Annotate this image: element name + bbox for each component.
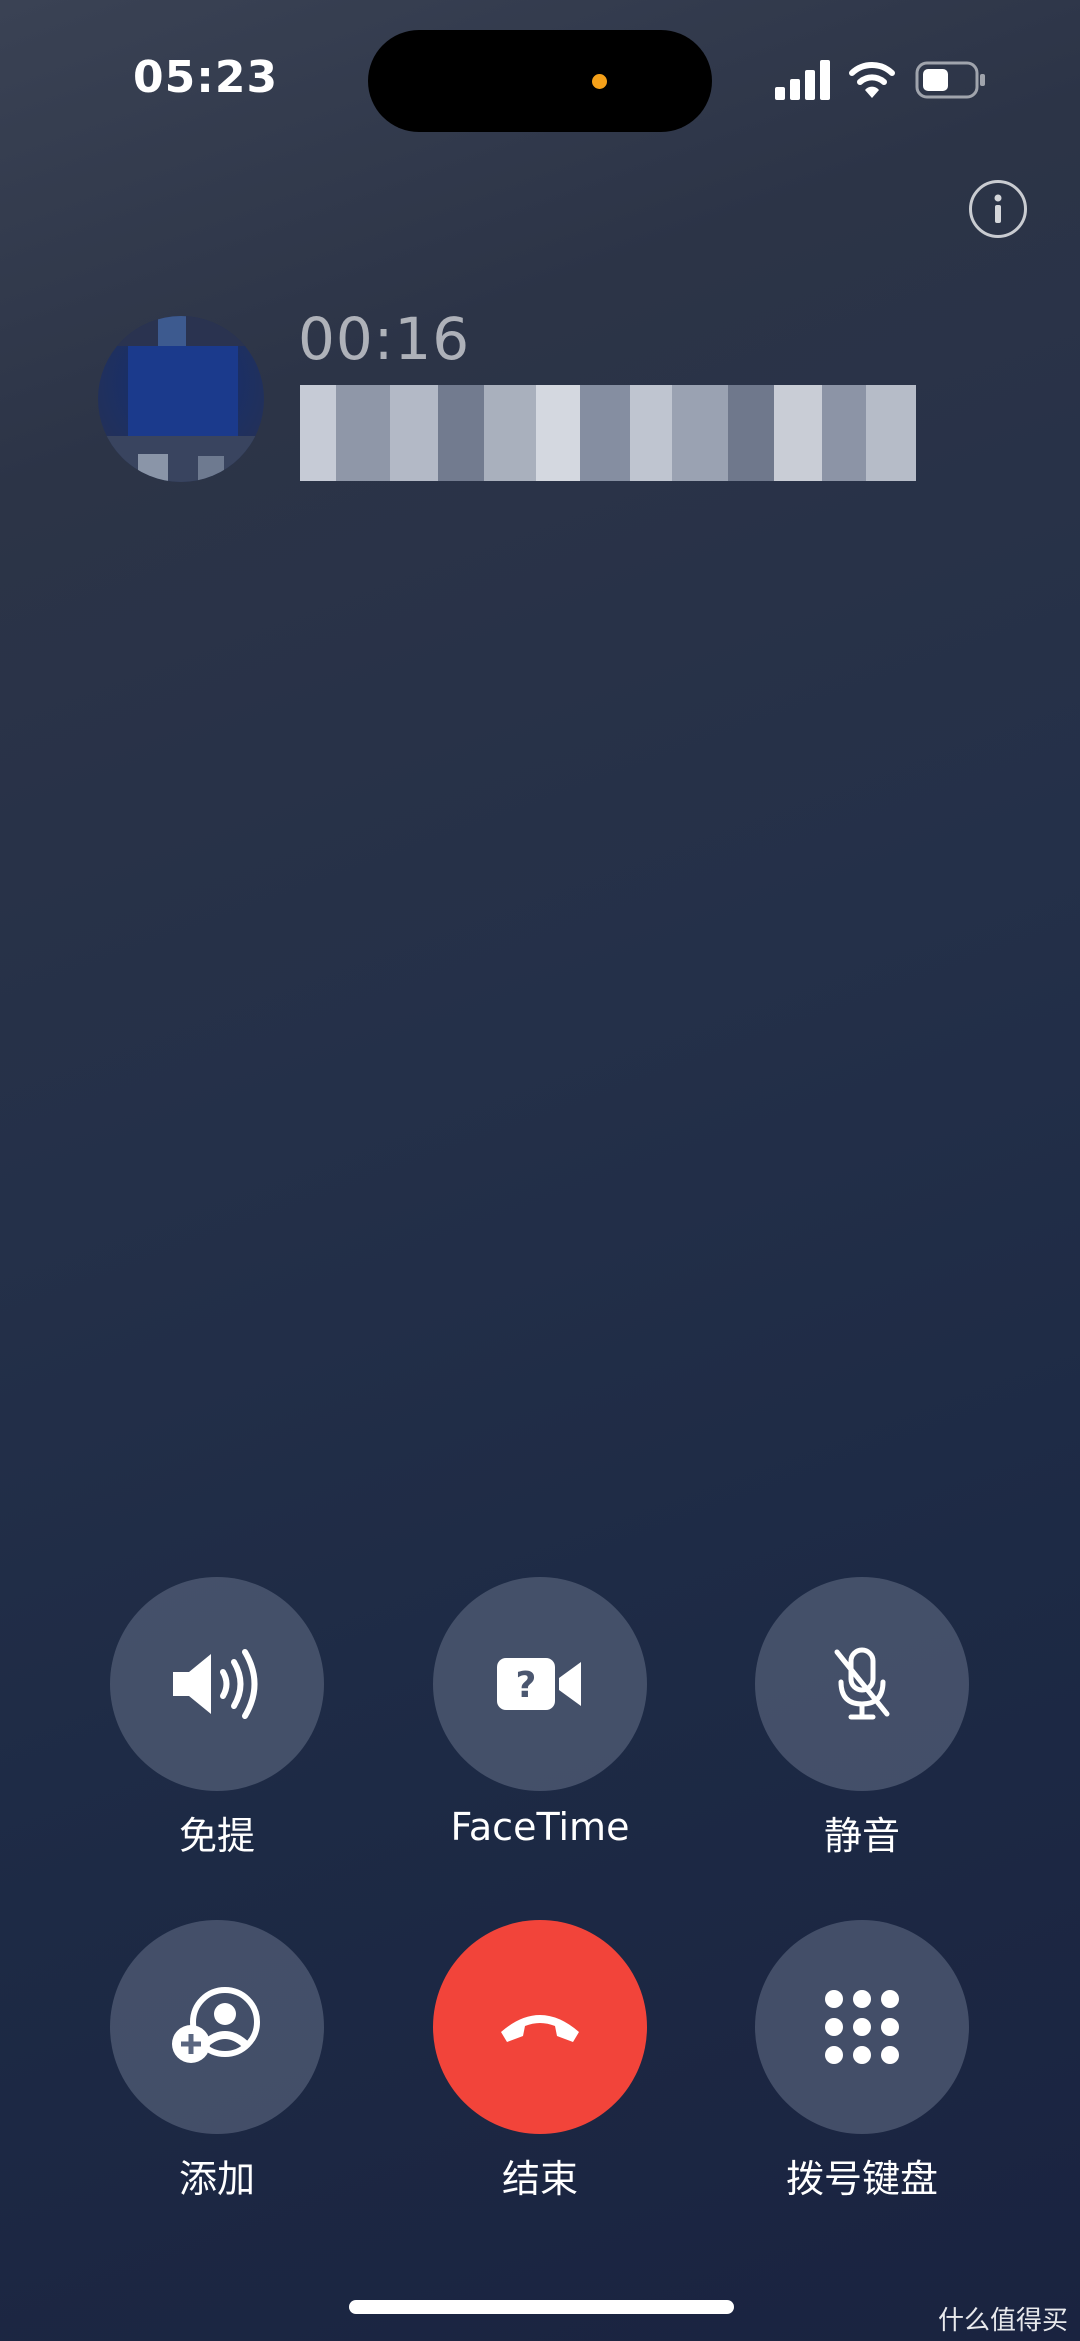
call-duration: 00:16 <box>298 305 471 373</box>
keypad-button[interactable] <box>755 1920 969 2134</box>
cellular-signal-icon <box>775 60 830 100</box>
info-button[interactable] <box>969 180 1027 238</box>
dynamic-island <box>368 30 712 132</box>
wifi-icon <box>849 62 895 98</box>
facetime-button[interactable]: ? <box>433 1577 647 1791</box>
info-icon <box>994 194 1002 223</box>
privacy-indicator-dot <box>592 74 607 89</box>
watermark: 什么值得买 <box>937 2306 1068 2336</box>
battery-icon <box>915 61 985 99</box>
keypad-icon <box>825 1990 899 2064</box>
add-call-button[interactable] <box>110 1920 324 2134</box>
end-call-button[interactable] <box>433 1920 647 2134</box>
speaker-button[interactable] <box>110 1577 324 1791</box>
home-indicator[interactable] <box>349 2300 734 2314</box>
status-time: 05:23 <box>133 52 279 103</box>
speaker-label: 免提 <box>178 1814 255 1858</box>
keypad-label: 拨号键盘 <box>785 2157 938 2201</box>
speaker-icon <box>173 1649 258 1719</box>
add-call-label: 添加 <box>178 2157 255 2201</box>
caller-name-redacted <box>300 385 916 481</box>
mute-label: 静音 <box>823 1814 900 1858</box>
mute-button[interactable] <box>755 1577 969 1791</box>
facetime-label: FaceTime <box>450 1805 630 1849</box>
end-call-label: 结束 <box>501 2157 578 2201</box>
hang-up-icon <box>501 2015 579 2042</box>
add-person-icon <box>172 1987 260 2063</box>
svg-text:?: ? <box>516 1665 537 1706</box>
caller-avatar <box>98 316 264 482</box>
microphone-slash-icon <box>834 1647 890 1720</box>
facetime-video-icon: ? <box>497 1658 581 1710</box>
